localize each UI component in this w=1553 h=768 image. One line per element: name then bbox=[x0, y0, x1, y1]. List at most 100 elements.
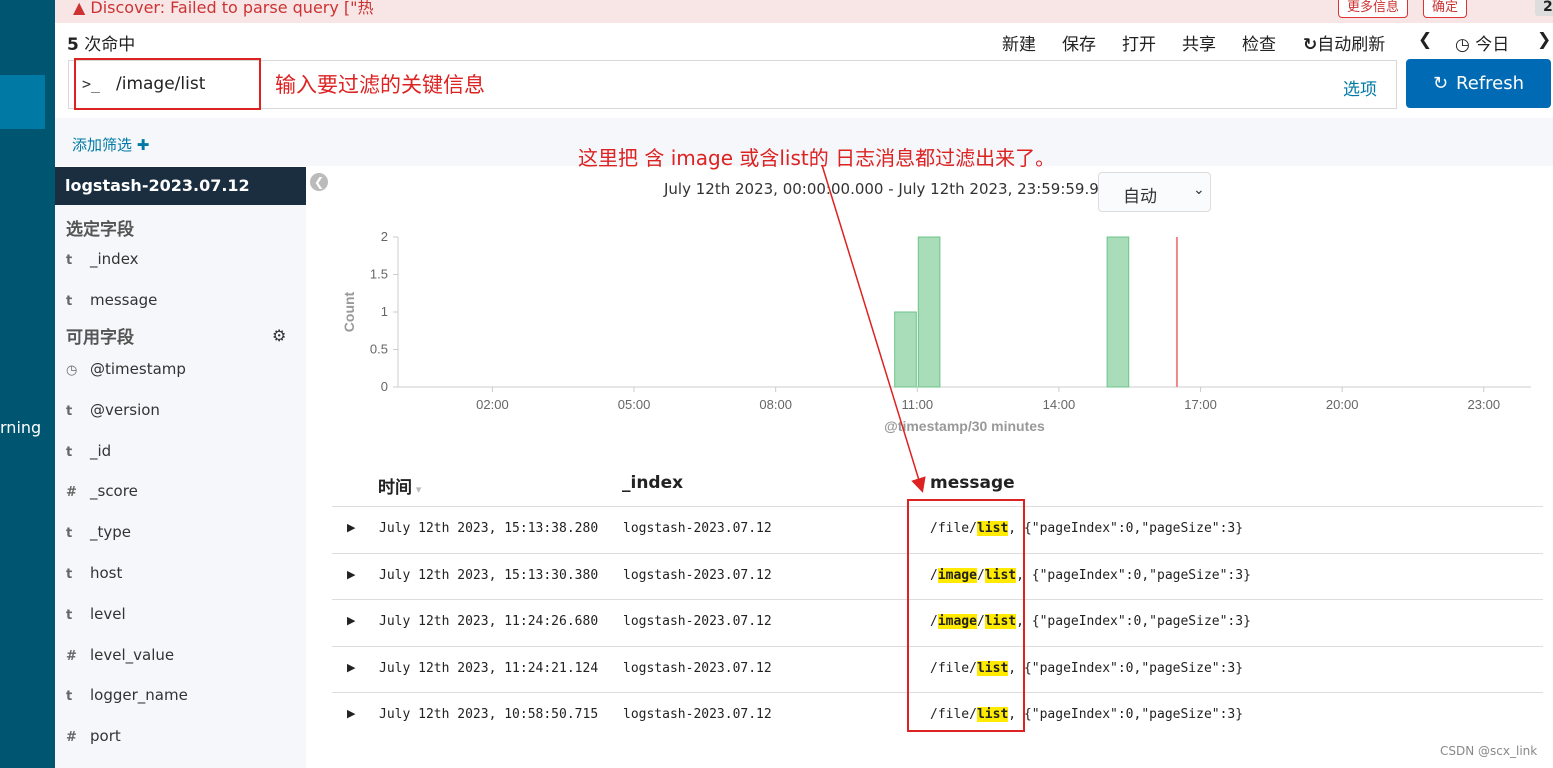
histogram-chart[interactable]: 0 0.5 1 1.5 2 02:00 05:00 08:00 11:00 14:00 17:00 2… bbox=[330, 225, 1540, 440]
query-bar[interactable] bbox=[68, 60, 1397, 109]
field-name: message bbox=[90, 291, 158, 309]
cell-time: July 12th 2023, 11:24:26.680 bbox=[379, 614, 599, 629]
column-header-time[interactable]: 时间 ▾ bbox=[378, 473, 421, 498]
cell-index: logstash-2023.07.12 bbox=[623, 521, 772, 536]
field-name: _index bbox=[90, 250, 139, 268]
inspect-button[interactable]: 检查 bbox=[1242, 30, 1276, 55]
selected-field-item[interactable]: t message bbox=[66, 291, 157, 309]
available-field-item[interactable]: t _type bbox=[66, 523, 131, 541]
available-field-item[interactable]: ◷ @timestamp bbox=[66, 360, 186, 378]
available-field-item[interactable]: t logger_name bbox=[66, 686, 188, 704]
cell-time: July 12th 2023, 15:13:30.380 bbox=[379, 567, 599, 583]
index-pattern-header[interactable]: logstash-2023.07.12 bbox=[55, 167, 306, 205]
next-time-icon[interactable]: ❯ bbox=[1537, 30, 1551, 50]
selected-field-item[interactable]: t _index bbox=[66, 250, 139, 268]
y-tick-label: 0.5 bbox=[370, 342, 388, 357]
cell-index: logstash-2023.07.12 bbox=[623, 707, 772, 722]
field-name: _id bbox=[90, 441, 112, 460]
string-type-icon: t bbox=[66, 403, 73, 419]
field-name: _type bbox=[90, 523, 132, 542]
x-tick-label: 23:00 bbox=[1468, 397, 1501, 412]
selected-fields-title: 选定字段 bbox=[66, 220, 134, 240]
cell-time: July 12th 2023, 11:24:21.124 bbox=[379, 660, 599, 676]
field-name: port bbox=[90, 727, 121, 746]
expand-caret-icon[interactable]: ▶ bbox=[347, 568, 355, 581]
string-type-icon: t bbox=[66, 253, 73, 268]
available-field-item[interactable]: # _score bbox=[66, 482, 138, 500]
available-field-item[interactable]: # port bbox=[66, 727, 121, 745]
available-field-item[interactable]: t _id bbox=[66, 442, 111, 460]
time-picker-button[interactable]: ◷ 今日 bbox=[1455, 30, 1509, 55]
field-name: level bbox=[90, 604, 126, 623]
number-type-icon: # bbox=[66, 648, 77, 664]
interval-select[interactable]: 自动 ⌄ bbox=[1098, 172, 1211, 212]
y-tick-label: 0 bbox=[381, 379, 388, 394]
string-type-icon: t bbox=[66, 444, 73, 460]
chevron-down-icon: ⌄ bbox=[1193, 182, 1205, 198]
column-header-message[interactable]: message bbox=[930, 473, 1015, 493]
warning-icon: ▲ bbox=[73, 0, 86, 17]
share-button[interactable]: 共享 bbox=[1182, 30, 1216, 55]
clock-icon: ◷ bbox=[1455, 35, 1470, 55]
cell-index: logstash-2023.07.12 bbox=[623, 614, 772, 629]
ok-button[interactable]: 确定 bbox=[1423, 0, 1468, 18]
field-name: @version bbox=[90, 400, 160, 419]
watermark-credit: CSDN @scx_link bbox=[1440, 744, 1538, 758]
expand-caret-icon[interactable]: ▶ bbox=[347, 707, 355, 720]
annotation-text: 这里把 含 image 或含list的 日志消息都过滤出来了。 bbox=[578, 146, 1056, 170]
x-tick-label: 17:00 bbox=[1184, 397, 1217, 412]
available-field-item[interactable]: t host bbox=[66, 564, 122, 582]
string-type-icon: t bbox=[66, 689, 73, 705]
field-name: level_value bbox=[90, 645, 175, 664]
auto-refresh-button[interactable]: ↻自动刷新 bbox=[1303, 30, 1385, 55]
column-header-index[interactable]: _index bbox=[622, 473, 683, 493]
y-axis-label: Count bbox=[341, 291, 357, 332]
field-name: _score bbox=[90, 482, 138, 501]
nav-item-discover[interactable] bbox=[0, 75, 45, 129]
time-range-label: July 12th 2023, 00:00:00.000 - July 12th… bbox=[664, 180, 1138, 198]
available-fields-title: 可用字段 bbox=[66, 328, 134, 348]
cell-time: July 12th 2023, 10:58:50.715 bbox=[379, 707, 599, 722]
available-field-item[interactable]: # level_value bbox=[66, 646, 174, 664]
histogram-bar[interactable] bbox=[1106, 236, 1130, 388]
error-banner: ▲ Discover: Failed to parse query ["热 更多… bbox=[55, 0, 1553, 23]
save-button[interactable]: 保存 bbox=[1062, 30, 1096, 55]
left-nav: rning bbox=[0, 0, 55, 768]
gear-icon[interactable]: ⚙ bbox=[272, 326, 286, 345]
refresh-icon: ↻ bbox=[1303, 35, 1318, 55]
open-button[interactable]: 打开 bbox=[1122, 30, 1156, 55]
new-button[interactable]: 新建 bbox=[1002, 30, 1036, 55]
annotation-query-note: 输入要过滤的关键信息 bbox=[275, 73, 485, 97]
expand-caret-icon[interactable]: ▶ bbox=[347, 661, 355, 674]
x-tick-label: 08:00 bbox=[759, 397, 792, 412]
y-tick-label: 2 bbox=[381, 229, 388, 244]
available-field-item[interactable]: t @version bbox=[66, 401, 160, 419]
sort-icon[interactable]: ▾ bbox=[412, 483, 422, 496]
more-info-button[interactable]: 更多信息 bbox=[1338, 0, 1409, 18]
available-field-item[interactable]: t level bbox=[66, 605, 126, 623]
hits-count: 5 次命中 bbox=[67, 35, 136, 55]
expand-caret-icon[interactable]: ▶ bbox=[347, 521, 355, 534]
options-link[interactable]: 选项 bbox=[1343, 75, 1377, 100]
prev-time-icon[interactable]: ❮ bbox=[1418, 30, 1432, 50]
x-tick-label: 14:00 bbox=[1043, 397, 1076, 412]
x-tick-label: 02:00 bbox=[476, 397, 509, 412]
y-tick-label: 1.5 bbox=[370, 267, 388, 282]
annotation-query-box bbox=[74, 58, 261, 110]
nav-partial-label[interactable]: rning bbox=[0, 418, 41, 437]
expand-caret-icon[interactable]: ▶ bbox=[347, 614, 355, 627]
clock-icon: ◷ bbox=[66, 363, 78, 378]
string-type-icon: t bbox=[66, 294, 73, 309]
plus-icon: ✚ bbox=[136, 136, 150, 154]
add-filter-button[interactable]: 添加筛选 ✚ bbox=[72, 134, 149, 155]
error-text: ▲ Discover: Failed to parse query ["热 bbox=[73, 0, 374, 17]
x-tick-label: 11:00 bbox=[902, 397, 934, 412]
cell-index: logstash-2023.07.12 bbox=[623, 660, 772, 676]
field-name: @timestamp bbox=[90, 360, 186, 378]
field-name: logger_name bbox=[90, 686, 188, 705]
histogram-bar[interactable] bbox=[917, 236, 941, 388]
histogram-bar[interactable] bbox=[894, 311, 917, 388]
cell-index: logstash-2023.07.12 bbox=[623, 567, 772, 583]
collapse-sidebar-icon[interactable]: ❮ bbox=[310, 173, 328, 191]
refresh-button[interactable]: ↻ Refresh bbox=[1406, 59, 1551, 108]
